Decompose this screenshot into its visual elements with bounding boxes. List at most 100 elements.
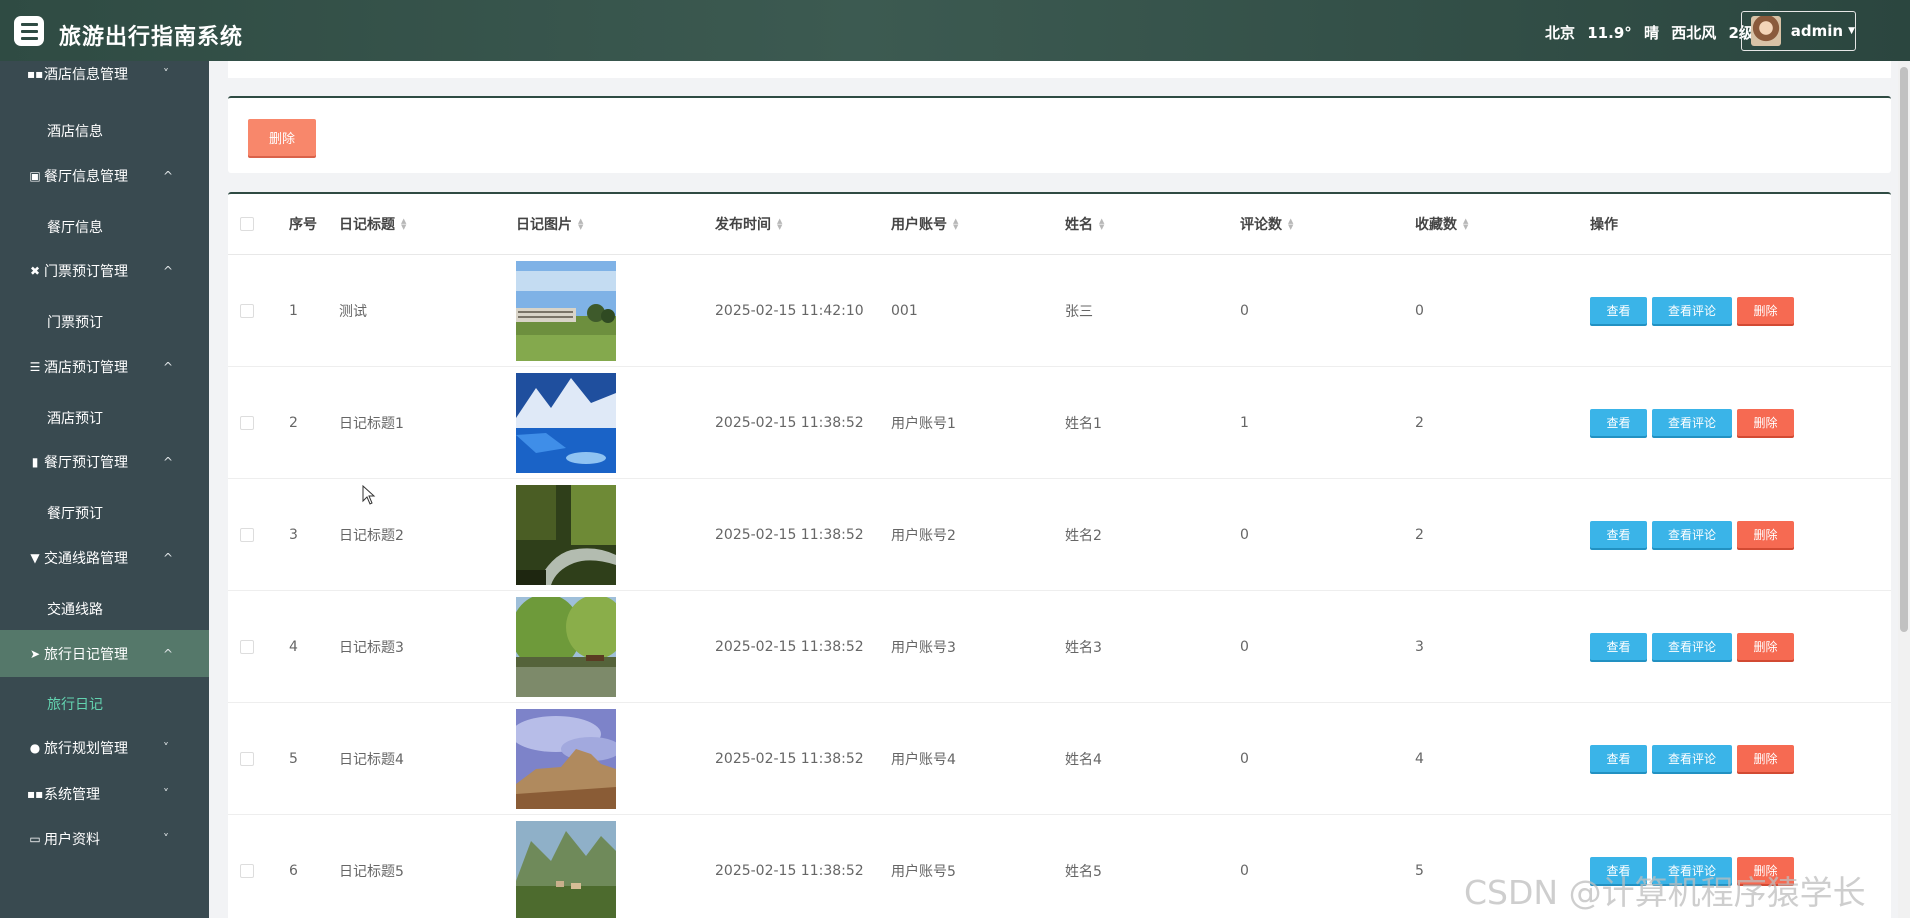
row-checkbox[interactable] — [240, 415, 254, 430]
delete-button[interactable]: 删除 — [1737, 633, 1794, 660]
sort-icon[interactable]: ▲ ▼ — [578, 218, 583, 231]
cell-name: 姓名3 — [1065, 639, 1102, 656]
chevron-down-icon: ˅ — [163, 832, 169, 846]
sidebar-group-user-profile[interactable]: ▭ 用户资料 ˅ — [0, 817, 209, 861]
menu-toggle-icon[interactable] — [14, 16, 44, 46]
forest-river-photo[interactable] — [516, 484, 616, 585]
sidebar: ▪▪ 酒店信息管理 ˅ 酒店信息 ▣ 餐厅信息管理 ^ 餐厅信息 ✖ 门票预订管… — [0, 61, 209, 918]
sidebar-group-travel-diary[interactable]: ➤ 旅行日记管理 ^ — [0, 630, 209, 677]
sort-icon[interactable]: ▲ ▼ — [777, 218, 782, 231]
cell-favorites: 2 — [1415, 414, 1424, 431]
caret-down-icon: ▼ — [1848, 26, 1855, 36]
sort-icon[interactable]: ▲ ▼ — [1099, 218, 1104, 231]
delete-button[interactable]: 删除 — [1737, 297, 1794, 324]
column-header-image[interactable]: 日记图片 ▲ ▼ — [516, 194, 583, 254]
cell-time: 2025-02-15 11:38:52 — [715, 862, 864, 879]
view-button[interactable]: 查看 — [1590, 297, 1647, 324]
sort-icon[interactable]: ▲ ▼ — [953, 218, 958, 231]
view-button[interactable]: 查看 — [1590, 745, 1647, 772]
cell-account: 001 — [891, 302, 918, 319]
sidebar-item-travel-diary[interactable]: 旅行日记 — [0, 682, 209, 726]
column-header-label: 日记标题 — [339, 217, 395, 233]
sidebar-group-transport-routes[interactable]: ▼ 交通线路管理 ^ — [0, 536, 209, 580]
sidebar-item-transport-routes[interactable]: 交通线路 — [0, 587, 209, 631]
table-header: 序号 日记标题 ▲ ▼ 日记图片 ▲ ▼ 发布时间 ▲ ▼ 用户账号 ▲ ▼ 姓名 ▲ ▼ 评论数 ▲… — [228, 194, 1891, 255]
row-checkbox[interactable] — [240, 751, 254, 766]
view-button[interactable]: 查看 — [1590, 409, 1647, 436]
view-comments-button[interactable]: 查看评论 — [1652, 521, 1732, 548]
row-checkbox[interactable] — [240, 527, 254, 542]
map-pin-icon: ● — [29, 741, 41, 755]
cell-time: 2025-02-15 11:38:52 — [715, 638, 864, 655]
view-comments-button[interactable]: 查看评论 — [1652, 633, 1732, 660]
cell-title: 测试 — [339, 303, 367, 320]
cell-name: 姓名5 — [1065, 863, 1102, 880]
sidebar-group-hotel-booking[interactable]: ☰ 酒店预订管理 ^ — [0, 345, 209, 389]
cell-account: 用户账号3 — [891, 639, 956, 656]
sidebar-item-restaurant-booking[interactable]: 餐厅预订 — [0, 491, 209, 535]
willow-lake-photo[interactable] — [516, 596, 616, 697]
sidebar-group-system[interactable]: ▪▪ 系统管理 ˅ — [0, 772, 209, 816]
sidebar-item-hotel-booking[interactable]: 酒店预订 — [0, 396, 209, 440]
chevron-down-icon: ˅ — [163, 787, 169, 801]
cell-favorites: 0 — [1415, 302, 1424, 319]
view-comments-button[interactable]: 查看评论 — [1652, 297, 1732, 324]
sidebar-group-ticket-booking[interactable]: ✖ 门票预订管理 ^ — [0, 249, 209, 293]
row-checkbox[interactable] — [240, 863, 254, 878]
batch-delete-button[interactable]: 删除 — [248, 119, 316, 156]
mouse-cursor-icon — [362, 485, 376, 505]
grid-icon: ▪▪ — [27, 787, 44, 801]
table-row: 2 日记标题1 2025-02-15 11:38:52 用户账号1 姓名1 1 … — [228, 367, 1891, 479]
sort-icon[interactable]: ▲ ▼ — [1288, 218, 1293, 231]
column-header-comments[interactable]: 评论数 ▲ ▼ — [1240, 194, 1293, 254]
sidebar-group-hotel-info[interactable]: ▪▪ 酒店信息管理 ˅ — [0, 61, 209, 96]
sidebar-group-restaurant-info[interactable]: ▣ 餐厅信息管理 ^ — [0, 154, 209, 198]
avatar — [1751, 16, 1781, 46]
sidebar-group-label: 餐厅预订管理 — [44, 455, 128, 471]
vertical-scrollbar[interactable] — [1898, 61, 1910, 918]
column-header-label: 用户账号 — [891, 217, 947, 233]
cell-index: 2 — [289, 414, 298, 431]
mountain-village-photo[interactable] — [516, 820, 616, 918]
sidebar-item-ticket-booking[interactable]: 门票预订 — [0, 300, 209, 344]
cell-comments: 0 — [1240, 526, 1249, 543]
view-comments-button[interactable]: 查看评论 — [1652, 745, 1732, 772]
view-comments-button[interactable]: 查看评论 — [1652, 409, 1732, 436]
column-header-favorites[interactable]: 收藏数 ▲ ▼ — [1415, 194, 1468, 254]
sort-icon[interactable]: ▲ ▼ — [401, 218, 406, 231]
cell-comments: 0 — [1240, 750, 1249, 767]
sidebar-item-hotel-info[interactable]: 酒店信息 — [0, 109, 209, 153]
delete-button[interactable]: 删除 — [1737, 745, 1794, 772]
sort-icon[interactable]: ▲ ▼ — [1463, 218, 1468, 231]
building-photo[interactable] — [516, 260, 616, 361]
row-checkbox[interactable] — [240, 639, 254, 654]
delete-button[interactable]: 删除 — [1737, 409, 1794, 436]
row-checkbox-cell — [240, 479, 254, 590]
sidebar-group-label: 旅行规划管理 — [44, 741, 128, 757]
column-header-time[interactable]: 发布时间 ▲ ▼ — [715, 194, 782, 254]
column-header-name[interactable]: 姓名 ▲ ▼ — [1065, 194, 1104, 254]
mesa-photo[interactable] — [516, 708, 616, 809]
cell-index: 3 — [289, 526, 298, 543]
chevron-up-icon: ^ — [163, 264, 174, 278]
select-all-checkbox[interactable] — [240, 217, 254, 231]
id-card-icon: ▭ — [29, 832, 41, 846]
scrollbar-thumb[interactable] — [1900, 67, 1908, 632]
chevron-up-icon: ^ — [163, 646, 174, 661]
user-menu-button[interactable]: admin ▼ — [1741, 11, 1856, 51]
column-header-account[interactable]: 用户账号 ▲ ▼ — [891, 194, 958, 254]
sidebar-group-travel-planning[interactable]: ● 旅行规划管理 ˅ — [0, 726, 209, 770]
sidebar-item-restaurant-info[interactable]: 餐厅信息 — [0, 205, 209, 249]
column-header-title[interactable]: 日记标题 ▲ ▼ — [339, 194, 406, 254]
delete-button[interactable]: 删除 — [1737, 521, 1794, 548]
view-button[interactable]: 查看 — [1590, 633, 1647, 660]
cell-index: 6 — [289, 862, 298, 879]
column-header-actions: 操作 — [1590, 217, 1618, 233]
weather-city: 北京 — [1545, 24, 1576, 42]
column-header-label: 日记图片 — [516, 217, 572, 233]
chevron-down-icon: ˅ — [163, 741, 169, 755]
view-button[interactable]: 查看 — [1590, 521, 1647, 548]
row-checkbox[interactable] — [240, 303, 254, 318]
glacier-lake-photo[interactable] — [516, 372, 616, 473]
sidebar-group-restaurant-booking[interactable]: ▮ 餐厅预订管理 ^ — [0, 440, 209, 484]
